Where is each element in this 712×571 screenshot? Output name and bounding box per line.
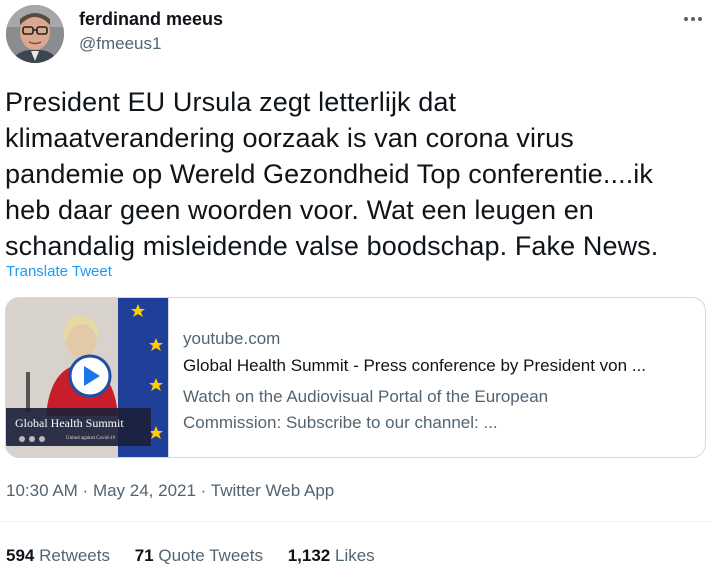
more-options-button[interactable] — [680, 6, 706, 32]
likes-label: Likes — [334, 546, 375, 565]
card-title: Global Health Summit - Press conference … — [183, 356, 646, 375]
author-name[interactable]: ferdinand meeus — [79, 9, 223, 30]
tweet-source[interactable]: Twitter Web App — [211, 481, 334, 500]
meta-separator: · — [77, 481, 93, 500]
author-handle[interactable]: @fmeeus1 — [79, 34, 161, 54]
divider — [0, 521, 712, 522]
tweet-date[interactable]: May 24, 2021 — [93, 481, 196, 500]
likes-stat[interactable]: 1,132 Likes — [288, 546, 375, 565]
card-domain: youtube.com — [183, 329, 281, 348]
tweet-stats: 594 Retweets 71 Quote Tweets 1,132 Likes — [6, 546, 395, 566]
thumbnail-image: Global Health Summit United against Covi… — [6, 298, 168, 457]
avatar[interactable] — [6, 5, 64, 63]
tweet-meta: 10:30 AM · May 24, 2021 · Twitter Web Ap… — [6, 481, 334, 501]
link-preview-card[interactable]: Global Health Summit United against Covi… — [5, 297, 706, 458]
video-thumbnail[interactable]: Global Health Summit United against Covi… — [6, 298, 169, 457]
banner-title: Global Health Summit — [15, 416, 124, 430]
avatar-photo — [6, 5, 64, 63]
quotes-label: Quote Tweets — [158, 546, 263, 565]
retweets-stat[interactable]: 594 Retweets — [6, 546, 110, 565]
retweets-label: Retweets — [39, 546, 110, 565]
likes-count: 1,132 — [287, 546, 331, 565]
more-icon — [684, 17, 702, 21]
tweet-text: President EU Ursula zegt letterlijk dat … — [5, 87, 659, 261]
retweets-count: 594 — [6, 546, 35, 565]
quote-tweets-stat[interactable]: 71 Quote Tweets — [135, 546, 263, 565]
quotes-count: 71 — [134, 546, 154, 565]
meta-separator: · — [195, 481, 211, 500]
translate-tweet-link[interactable]: Translate Tweet — [6, 263, 112, 280]
card-description: Watch on the Audiovisual Portal of the E… — [183, 387, 549, 432]
tweet-time[interactable]: 10:30 AM — [6, 481, 78, 500]
banner-subtitle: United against Covid-19 — [66, 436, 116, 441]
